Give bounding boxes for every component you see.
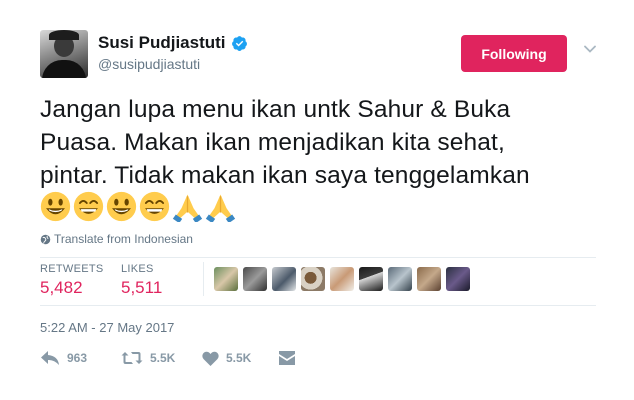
folded-hands-emoji xyxy=(172,194,203,222)
liker-avatar[interactable] xyxy=(272,267,296,291)
avatar-hat xyxy=(49,30,79,40)
tweet-line: Puasa. Makan ikan menjadikan kita sehat, xyxy=(40,129,505,156)
grin-emoji xyxy=(73,191,104,222)
liker-avatar[interactable] xyxy=(388,267,412,291)
tweet-text: Jangan lupa menu ikan untk Sahur & Buka … xyxy=(40,93,600,192)
tweet-line: pintar. Tidak makan ikan saya tenggelamk… xyxy=(40,162,530,189)
likes-label: LIKES xyxy=(121,263,154,275)
direct-message-icon xyxy=(279,351,295,365)
like-count: 5.5K xyxy=(226,351,252,365)
liker-avatar[interactable] xyxy=(417,267,441,291)
like-action[interactable]: 5.5K xyxy=(202,351,279,366)
chevron-down-icon[interactable] xyxy=(584,45,596,53)
tweet-line: Jangan lupa menu ikan untk Sahur & Buka xyxy=(40,96,511,123)
verified-badge-icon xyxy=(231,35,247,51)
author-handle[interactable]: @susipudjiastuti xyxy=(98,56,200,72)
author-name[interactable]: Susi Pudjiastuti xyxy=(98,33,226,53)
heart-icon xyxy=(202,351,219,366)
liker-avatar[interactable] xyxy=(330,267,354,291)
divider xyxy=(40,257,596,258)
translate-label[interactable]: Translate from Indonesian xyxy=(54,232,193,246)
avatar-shoulders xyxy=(42,60,86,78)
author-name-row[interactable]: Susi Pudjiastuti xyxy=(98,33,248,53)
likes-stat[interactable]: LIKES 5,511 xyxy=(121,263,162,298)
liker-avatar[interactable] xyxy=(214,267,238,291)
reply-icon xyxy=(41,351,59,365)
globe-icon xyxy=(40,234,51,244)
smiley-emoji xyxy=(40,191,71,222)
liker-avatar[interactable] xyxy=(359,267,383,291)
folded-hands-emoji xyxy=(205,194,236,222)
tweet-actions: 963 5.5K 5.5K xyxy=(40,350,302,366)
likes-value[interactable]: 5,511 xyxy=(121,278,162,298)
retweet-icon xyxy=(121,352,143,364)
retweets-label: RETWEETS xyxy=(40,263,104,275)
retweets-value[interactable]: 5,482 xyxy=(40,278,104,298)
divider xyxy=(40,305,596,306)
reply-count: 963 xyxy=(67,351,88,365)
smiley-emoji xyxy=(106,191,137,222)
retweets-stat[interactable]: RETWEETS 5,482 xyxy=(40,263,104,298)
grin-emoji xyxy=(139,191,170,222)
liker-avatar[interactable] xyxy=(243,267,267,291)
translate-link[interactable]: Translate from Indonesian xyxy=(40,232,193,246)
liker-avatars xyxy=(214,267,470,291)
tweet-timestamp[interactable]: 5:22 AM - 27 May 2017 xyxy=(40,320,174,335)
liker-avatar[interactable] xyxy=(301,267,325,291)
liker-avatar[interactable] xyxy=(446,267,470,291)
direct-message-action[interactable] xyxy=(279,351,302,365)
reply-action[interactable]: 963 xyxy=(40,350,121,366)
emoji-row xyxy=(40,191,236,222)
profile-avatar[interactable] xyxy=(40,30,88,78)
retweet-count: 5.5K xyxy=(150,351,176,365)
retweet-action[interactable]: 5.5K xyxy=(121,350,202,366)
stats-separator xyxy=(203,262,204,296)
following-button[interactable]: Following xyxy=(461,35,567,72)
